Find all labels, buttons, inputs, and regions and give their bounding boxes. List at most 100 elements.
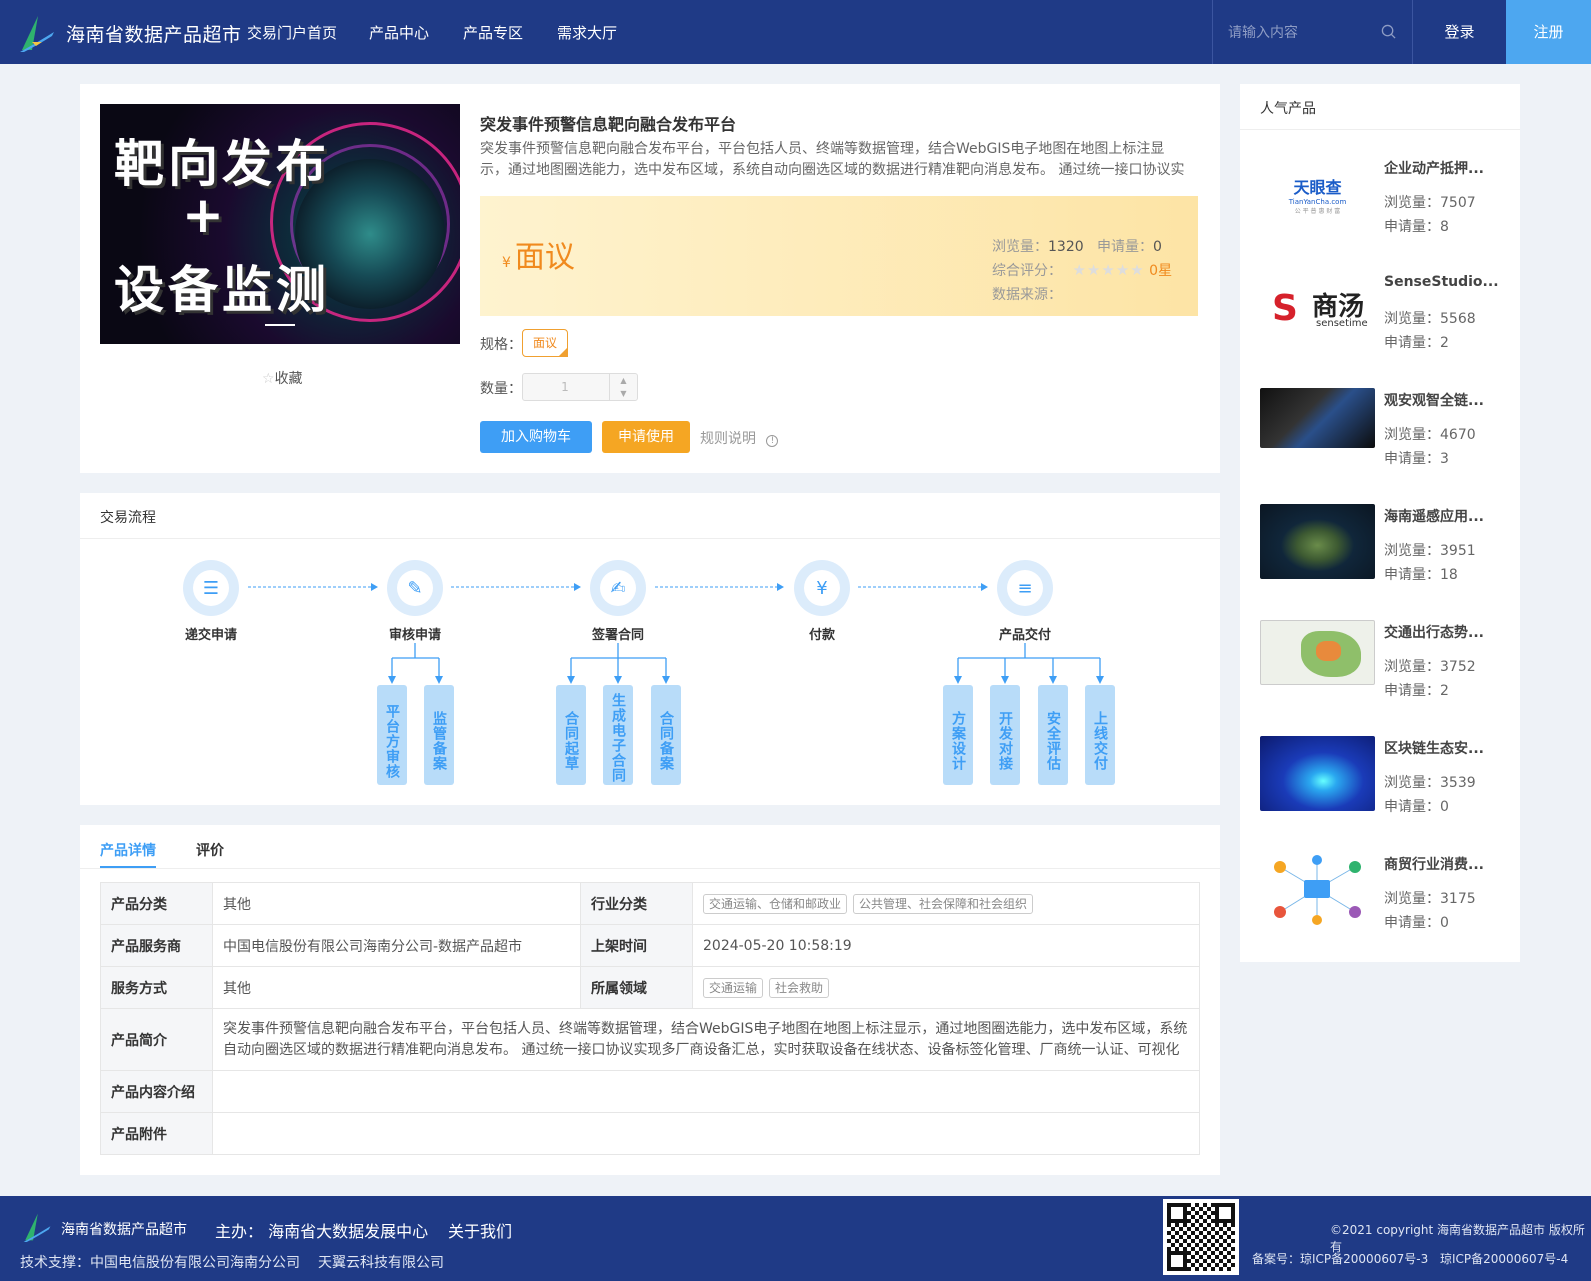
domain-tag: 交通运输 [703, 977, 764, 998]
footer-site-title: 海南省数据产品超市 [61, 1222, 187, 1238]
carousel-indicator[interactable] [265, 324, 295, 326]
flow-substep: 监管备案 [424, 685, 454, 785]
tab-product-detail[interactable]: 产品详情 [100, 840, 156, 860]
rating-value: 0星 [1149, 263, 1173, 279]
product-thumbnail: 天眼查 TianYanCha.com 公 平 普 惠 财 富 [1260, 156, 1375, 231]
cell-label: 行业分类 [580, 882, 693, 925]
product-applications: 申请量：0 [1384, 799, 1449, 815]
cell-value [212, 1112, 1200, 1155]
views-applications: 浏览量：1320 申请量：0 [992, 236, 1162, 256]
popular-product-item[interactable]: 交通出行态势... 浏览量：3752 申请量：2 [1260, 620, 1510, 720]
product-image: 靶向发布 + 设备监测 [100, 104, 460, 344]
cell-label: 产品简介 [100, 1008, 213, 1071]
table-row: 服务方式 其他 所属领域 交通运输 社会救助 [100, 966, 1200, 1009]
flow-substep: 安全评估 [1038, 685, 1068, 785]
quantity-stepper[interactable]: 1 ▲ ▼ [522, 373, 638, 401]
product-name[interactable]: 交通出行态势... [1384, 622, 1504, 642]
product-name[interactable]: 区块链生态安... [1384, 738, 1504, 758]
cell-value: 突发事件预警信息靶向融合发布平台，平台包括人员、终端等数据管理，结合WebGIS… [212, 1008, 1200, 1071]
search-box [1212, 0, 1412, 64]
popular-product-item[interactable]: 商贸行业消费... 浏览量：3175 申请量：0 [1260, 852, 1510, 952]
product-detail-table: 产品分类 其他 行业分类 交通运输、仓储和邮政业 公共管理、社会保障和社会组织 产… [100, 882, 1200, 1155]
product-name[interactable]: 商贸行业消费... [1384, 854, 1504, 874]
quantity-label: 数量： [480, 381, 522, 397]
flow-substep: 方案设计 [943, 685, 973, 785]
about-us-link[interactable]: 关于我们 [448, 1218, 512, 1242]
nav-demand-hall[interactable]: 需求大厅 [557, 22, 617, 43]
divider [1240, 129, 1520, 130]
product-thumbnail [1260, 620, 1375, 685]
product-views: 浏览量：3539 [1384, 775, 1476, 791]
popular-product-item[interactable]: 观安观智全链... 浏览量：4670 申请量：3 [1260, 388, 1510, 488]
product-title: 突发事件预警信息靶向融合发布平台 [480, 115, 737, 134]
search-input[interactable] [1228, 20, 1378, 44]
popular-product-item[interactable]: 区块链生态安... 浏览量：3539 申请量：0 [1260, 736, 1510, 836]
site-title[interactable]: 海南省数据产品超市 [66, 20, 242, 47]
product-thumbnail: S 商汤 sensetime [1260, 272, 1375, 347]
spec-option[interactable]: 面议 [522, 329, 568, 357]
industry-tag: 交通运输、仓储和邮政业 [703, 893, 848, 914]
cell-value: 中国电信股份有限公司海南分公司-数据产品超市 [212, 924, 581, 967]
views-value: 1320 [1048, 239, 1084, 255]
table-row: 产品附件 [100, 1112, 1200, 1155]
star-icon: ★ [1115, 261, 1130, 279]
flow-substep: 合同备案 [651, 685, 681, 785]
tianyancha-slogan: 公 平 普 惠 财 富 [1294, 208, 1341, 215]
product-views: 浏览量：7507 [1384, 195, 1476, 211]
applications-value: 0 [1153, 239, 1162, 255]
icp-record-1[interactable]: 备案号：琼ICP备20000607号-3 [1252, 1250, 1428, 1267]
cell-label: 产品内容介绍 [100, 1070, 213, 1113]
product-name[interactable]: SenseStudio... [1384, 274, 1504, 290]
popular-product-item[interactable]: 天眼查 TianYanCha.com 公 平 普 惠 财 富 企业动产抵押...… [1260, 156, 1510, 256]
nav-product-zone[interactable]: 产品专区 [463, 22, 523, 43]
table-row: 产品分类 其他 行业分类 交通运输、仓储和邮政业 公共管理、社会保障和社会组织 [100, 882, 1200, 925]
footer-host: 主办： 海南省大数据发展中心 [215, 1222, 429, 1241]
add-to-cart-button[interactable]: 加入购物车 [480, 421, 592, 453]
product-thumbnail [1260, 852, 1375, 927]
apply-button[interactable]: 申请使用 [602, 421, 690, 453]
footer-logo-icon [23, 1213, 51, 1242]
cell-value: 交通运输 社会救助 [692, 966, 1200, 1009]
product-name[interactable]: 观安观智全链... [1384, 390, 1504, 410]
site-logo-icon[interactable] [18, 12, 56, 54]
nav-product-center[interactable]: 产品中心 [369, 22, 429, 43]
info-icon: ! [766, 435, 779, 447]
quantity-value: 1 [561, 380, 569, 394]
product-applications: 申请量：3 [1384, 451, 1449, 467]
cell-label: 产品附件 [100, 1112, 213, 1155]
icp-record-2[interactable]: 琼ICP备20000607号-4 [1440, 1250, 1568, 1267]
flow-connectors [248, 583, 1104, 684]
product-name[interactable]: 企业动产抵押... [1384, 158, 1504, 178]
currency-symbol: ¥ [502, 255, 511, 271]
rating-row: 综合评分： ★★★★★ 0星 [992, 260, 1172, 280]
flow-substep: 开发对接 [990, 685, 1020, 785]
divider [80, 538, 1220, 539]
cell-value [212, 1070, 1200, 1113]
product-views: 浏览量：3951 [1384, 543, 1476, 559]
rating-label: 综合评分： [992, 263, 1062, 279]
spec-label: 规格： [480, 337, 522, 353]
cell-value: 其他 [212, 882, 581, 925]
login-button[interactable]: 登录 [1412, 0, 1506, 64]
applications-label: 申请量： [1097, 239, 1153, 255]
trade-flow-title: 交易流程 [100, 510, 156, 526]
tab-reviews[interactable]: 评价 [196, 840, 224, 860]
table-row: 产品内容介绍 [100, 1070, 1200, 1113]
product-name[interactable]: 海南遥感应用... [1384, 506, 1504, 526]
star-icon: ★ [1130, 261, 1144, 279]
rules-label: 规则说明 [700, 431, 756, 447]
flow-substep: 平台方审核 [377, 685, 407, 785]
search-icon[interactable] [1381, 24, 1396, 39]
rules-link[interactable]: 规则说明 ! [700, 428, 779, 448]
cell-label: 上架时间 [580, 924, 693, 967]
product-views: 浏览量：4670 [1384, 427, 1476, 443]
favorite-button[interactable]: ☆收藏 [262, 368, 303, 388]
popular-product-item[interactable]: S 商汤 sensetime SenseStudio... 浏览量：5568 申… [1260, 272, 1510, 372]
domain-tag: 社会救助 [769, 977, 830, 998]
nav-home[interactable]: 交易门户首页 [247, 22, 337, 43]
product-applications: 申请量：2 [1384, 683, 1449, 699]
stepper-buttons[interactable]: ▲ ▼ [609, 374, 637, 400]
flow-substep: 生成电子合同 [603, 685, 633, 785]
register-button[interactable]: 注册 [1506, 0, 1591, 64]
popular-product-item[interactable]: 海南遥感应用... 浏览量：3951 申请量：18 [1260, 504, 1510, 604]
